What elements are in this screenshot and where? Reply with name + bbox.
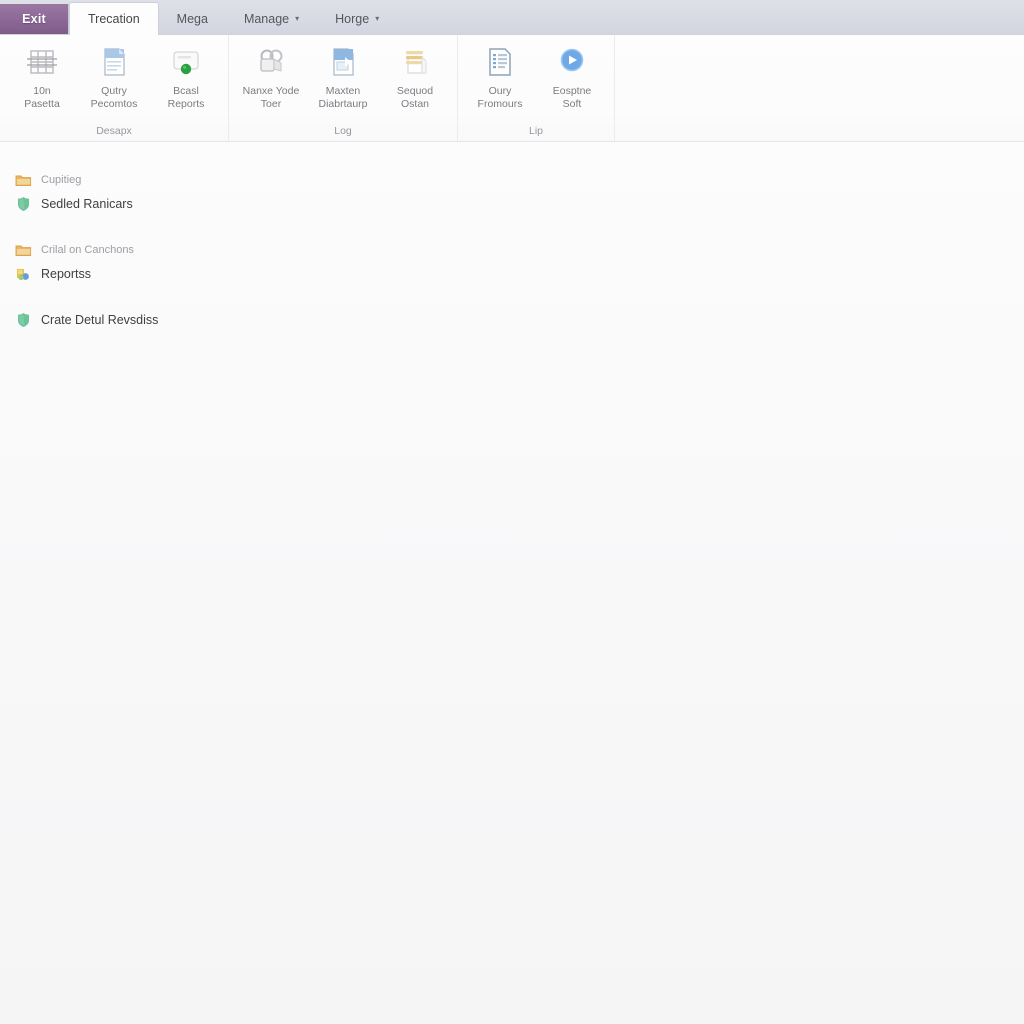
list-item-cupitieg[interactable]: Cupitieg	[10, 168, 1024, 192]
amber-stack-icon	[396, 43, 434, 81]
lock-rings-icon	[252, 43, 290, 81]
ribbon-group-lip: Oury Fromours Eosptne Soft Lip	[458, 35, 615, 141]
green-shield-icon	[14, 195, 32, 213]
file-menu-tab[interactable]: Exit	[0, 4, 69, 34]
tab-horge-label: Horge	[335, 12, 370, 26]
main-content-area: Cupitieg Sedled Ranicars Crilal on Canch…	[0, 142, 1024, 1024]
tab-trecation-label: Trecation	[88, 12, 140, 26]
tab-horge[interactable]: Horge ▾	[317, 4, 397, 34]
ribbon-tab-strip: Exit Trecation Mega Manage ▾ Horge ▾	[0, 0, 1024, 35]
ribbon-button-label: Nanxe Yode Toer	[242, 85, 300, 110]
list-item-crate-detul-revsdiss[interactable]: Crate Detul Revsdiss	[10, 308, 1024, 332]
application-window: Exit Trecation Mega Manage ▾ Horge ▾ 10n…	[0, 0, 1024, 1024]
chevron-down-icon: ▾	[295, 14, 300, 23]
ribbon-button-10n-pasetta[interactable]: 10n Pasetta	[6, 39, 78, 110]
list-item-label: Cupitieg	[41, 174, 82, 186]
ribbon-button-qutry-pecomtos[interactable]: Qutry Pecomtos	[78, 39, 150, 110]
content-group-2: Crilal on Canchons Reportss	[10, 238, 1024, 286]
list-item-sedled-ranicars[interactable]: Sedled Ranicars	[10, 192, 1024, 216]
blue-document-icon	[95, 43, 133, 81]
list-item-label: Crilal on Canchons	[41, 244, 134, 256]
list-item-reportss[interactable]: Reportss	[10, 262, 1024, 286]
ribbon-group-log: Nanxe Yode Toer Maxten Diabrtaurp Sequod…	[229, 35, 458, 141]
tab-trecation[interactable]: Trecation	[69, 2, 159, 35]
ribbon-button-label: Sequod Ostan	[396, 85, 434, 110]
ribbon-button-label: Maxten Diabrtaurp	[318, 85, 368, 110]
folder-icon	[14, 171, 32, 189]
ribbon-button-oury-fromours[interactable]: Oury Fromours	[464, 39, 536, 110]
ribbon-button-maxten-diabrtaurp[interactable]: Maxten Diabrtaurp	[307, 39, 379, 110]
chevron-down-icon: ▾	[375, 14, 380, 23]
ribbon-button-label: 10n Pasetta	[24, 85, 60, 110]
file-menu-tab-label: Exit	[22, 12, 46, 26]
ribbon-group-title: Lip	[528, 125, 543, 137]
blue-page-arrow-icon	[324, 43, 362, 81]
tab-manage-label: Manage	[243, 12, 290, 26]
tab-manage[interactable]: Manage ▾	[226, 4, 317, 34]
ribbon-button-nanxe-yode-toer[interactable]: Nanxe Yode Toer	[235, 39, 307, 110]
tab-mega-label: Mega	[176, 12, 208, 26]
play-circle-icon	[553, 43, 591, 81]
list-item-crilal-on-canchons[interactable]: Crilal on Canchons	[10, 238, 1024, 262]
tab-mega[interactable]: Mega	[159, 4, 226, 34]
ribbon-button-sequod-ostan[interactable]: Sequod Ostan	[379, 39, 451, 110]
ribbon-button-label: Eosptne Soft	[552, 85, 592, 110]
list-item-label: Sedled Ranicars	[41, 197, 133, 211]
folder-icon	[14, 241, 32, 259]
ribbon-button-bcasl-reports[interactable]: Bcasl Reports	[150, 39, 222, 110]
list-item-label: Reportss	[41, 267, 92, 281]
green-shield-icon	[14, 311, 32, 329]
ribbon-group-desapx: 10n Pasetta Qutry Pecomtos Bcasl Reports…	[0, 35, 229, 141]
list-item-label: Crate Detul Revsdiss	[41, 313, 159, 327]
ribbon-toolbar: 10n Pasetta Qutry Pecomtos Bcasl Reports…	[0, 35, 1024, 142]
content-group-3: Crate Detul Revsdiss	[10, 308, 1024, 332]
ribbon-group-title: Log	[334, 125, 352, 137]
ribbon-button-label: Qutry Pecomtos	[90, 85, 138, 110]
ribbon-button-eosptne-soft[interactable]: Eosptne Soft	[536, 39, 608, 110]
table-grid-icon	[23, 43, 61, 81]
content-group-1: Cupitieg Sedled Ranicars	[10, 168, 1024, 216]
ribbon-button-label: Oury Fromours	[477, 85, 523, 110]
ribbon-group-title: Desapx	[96, 125, 132, 137]
list-document-icon	[481, 43, 519, 81]
window-green-badge-icon	[167, 43, 205, 81]
report-chart-icon	[14, 265, 32, 283]
ribbon-button-label: Bcasl Reports	[167, 85, 205, 110]
